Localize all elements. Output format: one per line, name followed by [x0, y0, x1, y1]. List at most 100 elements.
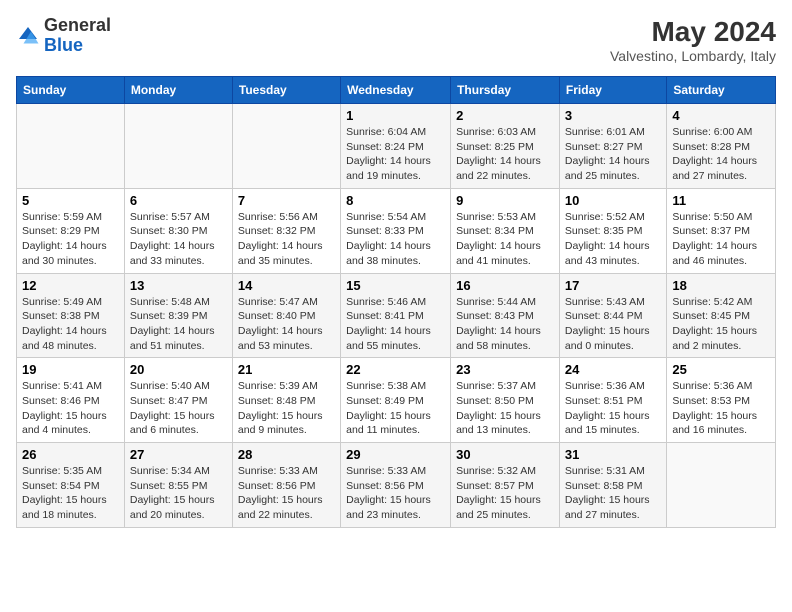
day-info: Sunrise: 6:01 AM Sunset: 8:27 PM Dayligh… [565, 125, 661, 184]
calendar-cell: 17 Sunrise: 5:43 AM Sunset: 8:44 PM Dayli… [559, 273, 666, 358]
calendar-cell: 6 Sunrise: 5:57 AM Sunset: 8:30 PM Daylig… [124, 188, 232, 273]
day-info: Sunrise: 5:41 AM Sunset: 8:46 PM Dayligh… [22, 379, 119, 438]
calendar-cell: 4 Sunrise: 6:00 AM Sunset: 8:28 PM Daylig… [667, 104, 776, 189]
day-number: 17 [565, 278, 661, 293]
day-number: 4 [672, 108, 770, 123]
calendar-cell: 8 Sunrise: 5:54 AM Sunset: 8:33 PM Daylig… [341, 188, 451, 273]
day-number: 11 [672, 193, 770, 208]
day-number: 6 [130, 193, 227, 208]
day-number: 24 [565, 362, 661, 377]
day-info: Sunrise: 5:40 AM Sunset: 8:47 PM Dayligh… [130, 379, 227, 438]
day-number: 1 [346, 108, 445, 123]
day-info: Sunrise: 5:48 AM Sunset: 8:39 PM Dayligh… [130, 295, 227, 354]
calendar-cell: 15 Sunrise: 5:46 AM Sunset: 8:41 PM Dayli… [341, 273, 451, 358]
day-info: Sunrise: 5:52 AM Sunset: 8:35 PM Dayligh… [565, 210, 661, 269]
day-info: Sunrise: 5:38 AM Sunset: 8:49 PM Dayligh… [346, 379, 445, 438]
calendar-cell: 26Sunrise: 5:35 AM Sunset: 8:54 PM Dayli… [17, 443, 125, 528]
col-header-wednesday: Wednesday [341, 77, 451, 104]
day-number: 31 [565, 447, 661, 462]
day-info: Sunrise: 5:37 AM Sunset: 8:50 PM Dayligh… [456, 379, 554, 438]
calendar-cell: 2 Sunrise: 6:03 AM Sunset: 8:25 PM Daylig… [451, 104, 560, 189]
day-number: 10 [565, 193, 661, 208]
day-info: Sunrise: 5:57 AM Sunset: 8:30 PM Dayligh… [130, 210, 227, 269]
calendar-cell: 10 Sunrise: 5:52 AM Sunset: 8:35 PM Dayli… [559, 188, 666, 273]
calendar-cell: 5Sunrise: 5:59 AM Sunset: 8:29 PM Daylig… [17, 188, 125, 273]
calendar-cell: 3Sunrise: 6:01 AM Sunset: 8:27 PM Daylig… [559, 104, 666, 189]
calendar-cell: 7 Sunrise: 5:56 AM Sunset: 8:32 PM Daylig… [232, 188, 340, 273]
day-number: 27 [130, 447, 227, 462]
calendar-cell: 18 Sunrise: 5:42 AM Sunset: 8:45 PM Dayli… [667, 273, 776, 358]
calendar-cell: 12Sunrise: 5:49 AM Sunset: 8:38 PM Dayli… [17, 273, 125, 358]
calendar-cell: 19 Sunrise: 5:41 AM Sunset: 8:46 PM Dayli… [17, 358, 125, 443]
week-row-1: 1 Sunrise: 6:04 AM Sunset: 8:24 PM Daylig… [17, 104, 776, 189]
calendar-cell: 28Sunrise: 5:33 AM Sunset: 8:56 PM Dayli… [232, 443, 340, 528]
day-number: 15 [346, 278, 445, 293]
week-row-3: 12Sunrise: 5:49 AM Sunset: 8:38 PM Dayli… [17, 273, 776, 358]
day-info: Sunrise: 5:47 AM Sunset: 8:40 PM Dayligh… [238, 295, 335, 354]
calendar-cell: 13 Sunrise: 5:48 AM Sunset: 8:39 PM Dayli… [124, 273, 232, 358]
day-info: Sunrise: 5:43 AM Sunset: 8:44 PM Dayligh… [565, 295, 661, 354]
day-number: 8 [346, 193, 445, 208]
day-number: 28 [238, 447, 335, 462]
calendar-cell: 30 Sunrise: 5:32 AM Sunset: 8:57 PM Dayli… [451, 443, 560, 528]
day-number: 20 [130, 362, 227, 377]
day-info: Sunrise: 5:33 AM Sunset: 8:56 PM Dayligh… [346, 464, 445, 523]
logo-icon [16, 24, 40, 48]
calendar-cell: 23 Sunrise: 5:37 AM Sunset: 8:50 PM Dayli… [451, 358, 560, 443]
day-info: Sunrise: 5:49 AM Sunset: 8:38 PM Dayligh… [22, 295, 119, 354]
day-info: Sunrise: 5:44 AM Sunset: 8:43 PM Dayligh… [456, 295, 554, 354]
logo-blue-text: Blue [44, 35, 83, 55]
day-number: 5 [22, 193, 119, 208]
day-info: Sunrise: 6:03 AM Sunset: 8:25 PM Dayligh… [456, 125, 554, 184]
day-info: Sunrise: 5:50 AM Sunset: 8:37 PM Dayligh… [672, 210, 770, 269]
day-info: Sunrise: 6:04 AM Sunset: 8:24 PM Dayligh… [346, 125, 445, 184]
day-number: 29 [346, 447, 445, 462]
calendar-cell: 16Sunrise: 5:44 AM Sunset: 8:43 PM Dayli… [451, 273, 560, 358]
calendar-cell: 21 Sunrise: 5:39 AM Sunset: 8:48 PM Dayli… [232, 358, 340, 443]
calendar-cell: 1 Sunrise: 6:04 AM Sunset: 8:24 PM Daylig… [341, 104, 451, 189]
calendar-cell [124, 104, 232, 189]
day-header-row: SundayMondayTuesdayWednesdayThursdayFrid… [17, 77, 776, 104]
day-number: 25 [672, 362, 770, 377]
logo-general-text: General [44, 15, 111, 35]
calendar-cell: 27 Sunrise: 5:34 AM Sunset: 8:55 PM Dayli… [124, 443, 232, 528]
calendar-cell: 22Sunrise: 5:38 AM Sunset: 8:49 PM Dayli… [341, 358, 451, 443]
day-number: 21 [238, 362, 335, 377]
day-info: Sunrise: 5:39 AM Sunset: 8:48 PM Dayligh… [238, 379, 335, 438]
week-row-4: 19 Sunrise: 5:41 AM Sunset: 8:46 PM Dayli… [17, 358, 776, 443]
day-info: Sunrise: 6:00 AM Sunset: 8:28 PM Dayligh… [672, 125, 770, 184]
day-info: Sunrise: 5:36 AM Sunset: 8:51 PM Dayligh… [565, 379, 661, 438]
col-header-saturday: Saturday [667, 77, 776, 104]
day-info: Sunrise: 5:42 AM Sunset: 8:45 PM Dayligh… [672, 295, 770, 354]
calendar-table: SundayMondayTuesdayWednesdayThursdayFrid… [16, 76, 776, 528]
day-info: Sunrise: 5:46 AM Sunset: 8:41 PM Dayligh… [346, 295, 445, 354]
day-info: Sunrise: 5:36 AM Sunset: 8:53 PM Dayligh… [672, 379, 770, 438]
calendar-cell: 24 Sunrise: 5:36 AM Sunset: 8:51 PM Dayli… [559, 358, 666, 443]
day-number: 7 [238, 193, 335, 208]
calendar-cell: 9Sunrise: 5:53 AM Sunset: 8:34 PM Daylig… [451, 188, 560, 273]
day-number: 13 [130, 278, 227, 293]
col-header-friday: Friday [559, 77, 666, 104]
day-number: 19 [22, 362, 119, 377]
day-number: 23 [456, 362, 554, 377]
day-info: Sunrise: 5:35 AM Sunset: 8:54 PM Dayligh… [22, 464, 119, 523]
calendar-cell: 14Sunrise: 5:47 AM Sunset: 8:40 PM Dayli… [232, 273, 340, 358]
calendar-cell: 29 Sunrise: 5:33 AM Sunset: 8:56 PM Dayli… [341, 443, 451, 528]
day-number: 2 [456, 108, 554, 123]
location-subtitle: Valvestino, Lombardy, Italy [610, 48, 776, 64]
calendar-cell: 20 Sunrise: 5:40 AM Sunset: 8:47 PM Dayli… [124, 358, 232, 443]
day-number: 30 [456, 447, 554, 462]
col-header-thursday: Thursday [451, 77, 560, 104]
week-row-2: 5Sunrise: 5:59 AM Sunset: 8:29 PM Daylig… [17, 188, 776, 273]
day-info: Sunrise: 5:32 AM Sunset: 8:57 PM Dayligh… [456, 464, 554, 523]
calendar-cell: 11 Sunrise: 5:50 AM Sunset: 8:37 PM Dayli… [667, 188, 776, 273]
month-year-title: May 2024 [610, 16, 776, 48]
day-info: Sunrise: 5:34 AM Sunset: 8:55 PM Dayligh… [130, 464, 227, 523]
day-number: 18 [672, 278, 770, 293]
day-info: Sunrise: 5:56 AM Sunset: 8:32 PM Dayligh… [238, 210, 335, 269]
calendar-cell: 25 Sunrise: 5:36 AM Sunset: 8:53 PM Dayli… [667, 358, 776, 443]
col-header-tuesday: Tuesday [232, 77, 340, 104]
day-info: Sunrise: 5:54 AM Sunset: 8:33 PM Dayligh… [346, 210, 445, 269]
page-header: General Blue May 2024 Valvestino, Lombar… [16, 16, 776, 64]
col-header-sunday: Sunday [17, 77, 125, 104]
